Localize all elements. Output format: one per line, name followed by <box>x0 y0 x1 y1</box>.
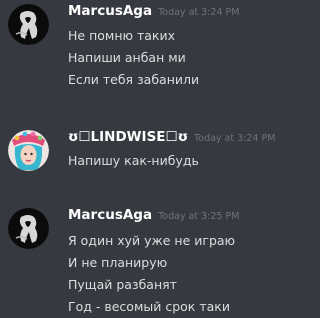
avatar[interactable] <box>8 130 49 171</box>
message-text: Пущай разбанят <box>68 277 177 292</box>
avatar-image <box>8 130 49 171</box>
message-text: И не планирую <box>68 255 168 270</box>
message-text: Напишу как-нибудь <box>68 153 199 168</box>
message-text: Год - весомый срок таки <box>68 299 230 314</box>
message-text: Напиши анбан ми <box>68 50 186 65</box>
message-timestamp: Today at 3:24 PM <box>158 7 240 18</box>
author-name[interactable]: ʊ☐LINDWISE☐ʊ <box>68 129 188 145</box>
author-name[interactable]: MarcusAga <box>68 207 152 223</box>
message-timestamp: Today at 3:25 PM <box>158 211 240 222</box>
avatar[interactable] <box>8 208 49 249</box>
author-name[interactable]: MarcusAga <box>68 3 152 19</box>
avatar-image <box>8 208 49 249</box>
message-timestamp: Today at 3:24 PM <box>194 133 276 144</box>
message-text: Не помню таких <box>68 28 175 43</box>
message-text: Если тебя забанили <box>68 72 200 87</box>
avatar[interactable] <box>8 4 49 45</box>
message-text: Я один хуй уже не играю <box>68 233 236 248</box>
avatar-image <box>8 4 49 45</box>
